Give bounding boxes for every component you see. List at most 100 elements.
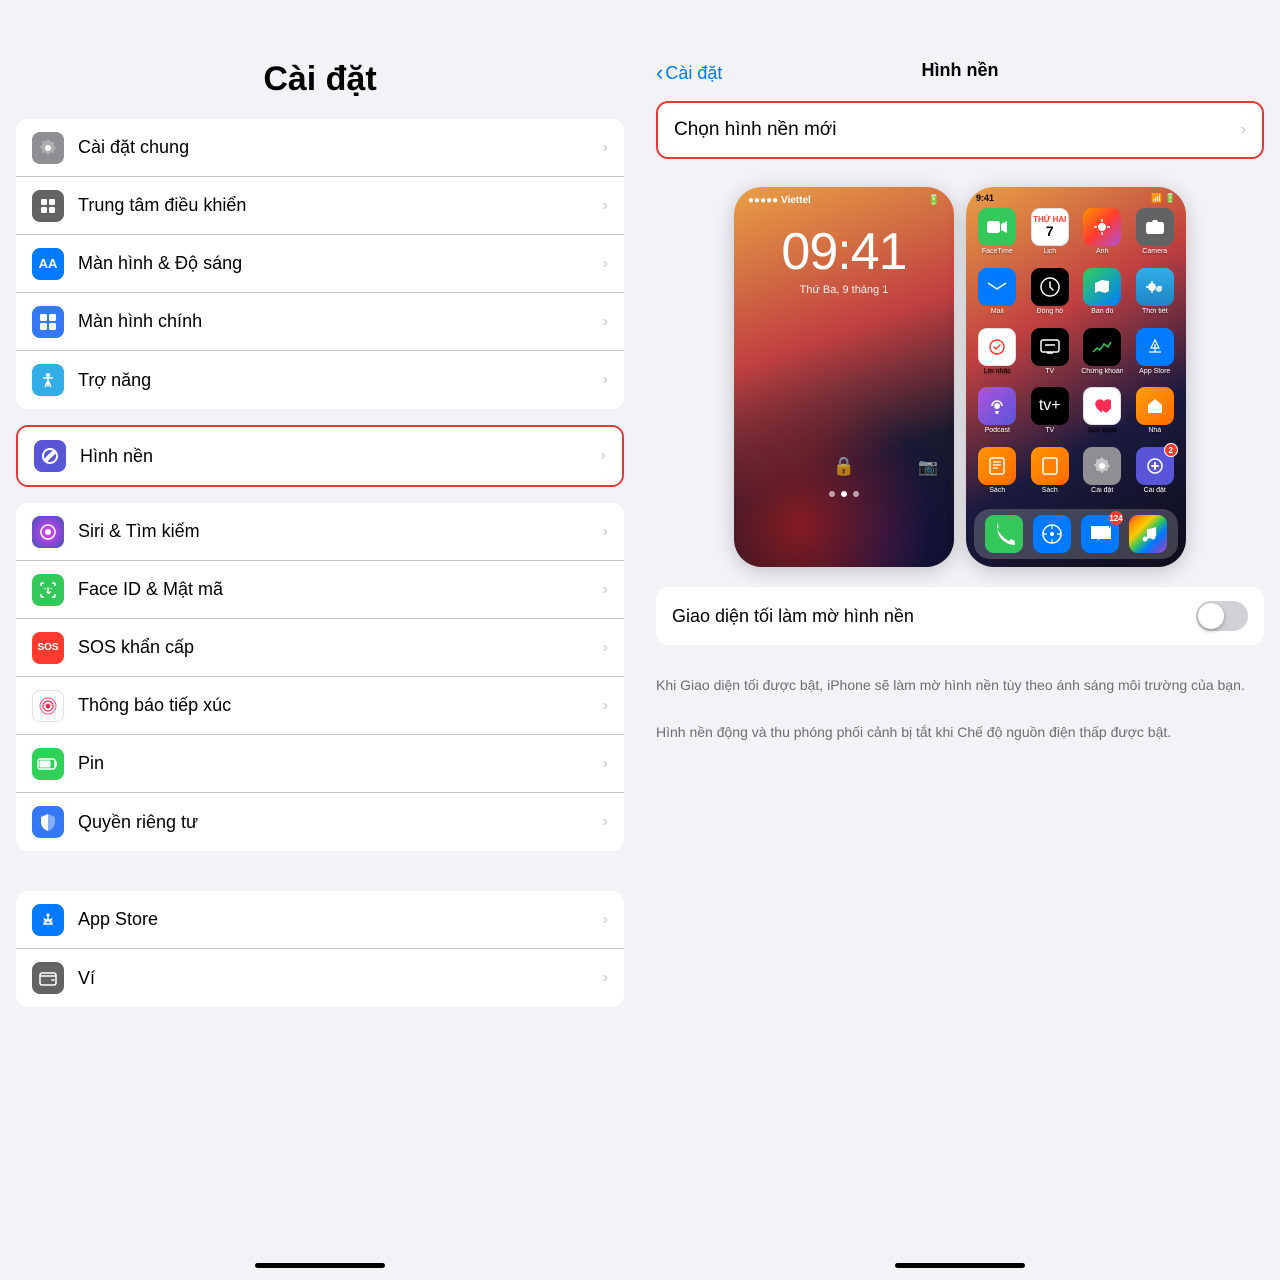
face-id-icon (32, 574, 64, 606)
health-label: Sức khỏe (1087, 427, 1117, 434)
control-center-icon (32, 190, 64, 222)
app-store-icon (32, 904, 64, 936)
settings-item-sos[interactable]: SOS SOS khẩn cấp › (16, 619, 624, 677)
app-podcasts: Podcast (974, 387, 1021, 441)
podcasts-label: Podcast (985, 427, 1010, 434)
settings-item-trung-tam[interactable]: Trung tâm điều khiển › (16, 177, 624, 235)
home-time: 9:41 (976, 193, 994, 204)
reminders-label: Lời nhắc (984, 368, 1011, 375)
settings-item-man-hinh-do-sang[interactable]: AA Màn hình & Độ sáng › (16, 235, 624, 293)
trung-tam-label: Trung tâm điều khiển (78, 195, 595, 216)
weather-label: Thời tiết (1142, 308, 1168, 315)
sos-label: SOS khẩn cấp (78, 637, 595, 658)
back-chevron-icon: ‹ (656, 60, 663, 86)
settings-item-man-hinh-chinh[interactable]: Màn hình chính › (16, 293, 624, 351)
home-label: Nhà (1148, 427, 1161, 434)
app-reminders: Lời nhắc (974, 328, 1021, 382)
app-home: Nhà (1132, 387, 1179, 441)
back-button[interactable]: ‹ Cài đặt (656, 60, 722, 86)
choose-wallpaper-row[interactable]: Chọn hình nền mới › (656, 101, 1264, 159)
vi-label: Ví (78, 968, 595, 989)
photos-label: Ảnh (1096, 248, 1108, 255)
apple-tv-label: TV (1045, 427, 1054, 434)
chevron-icon: › (603, 255, 608, 273)
phone-dock-icon (985, 515, 1023, 553)
home-indicator (255, 1263, 385, 1268)
podcasts-icon (978, 387, 1016, 425)
lock-screen-preview[interactable]: ●●●●● Viettel 🔋 09:41 Thứ Ba, 9 tháng 1 … (734, 187, 954, 567)
lock-icon: 🔒 (833, 456, 855, 477)
face-id-label: Face ID & Mật mã (78, 579, 595, 600)
thong-bao-label: Thông báo tiếp xúc (78, 695, 595, 716)
left-header: Cài đặt (0, 0, 640, 111)
accessibility-icon (32, 364, 64, 396)
app-facetime: FaceTime (974, 208, 1021, 262)
settings-item-face-id[interactable]: Face ID & Mật mã › (16, 561, 624, 619)
settings-icon (1083, 447, 1121, 485)
lock-carrier: ●●●●● Viettel (748, 195, 811, 206)
desc-text-2: Hình nền động và thu phóng phối cảnh bị … (640, 722, 1280, 743)
app-badge: 2 Cài đặt (1132, 447, 1179, 501)
display-icon: AA (32, 248, 64, 280)
home-screen-preview[interactable]: 9:41 📶 🔋 FaceTime THỨ HAI7 (966, 187, 1186, 567)
dark-mode-toggle[interactable] (1196, 601, 1248, 631)
lock-date: Thứ Ba, 9 tháng 1 (800, 284, 889, 296)
settings-item-thong-bao[interactable]: Thông báo tiếp xúc › (16, 677, 624, 735)
ibooks-icon (1031, 447, 1069, 485)
man-hinh-chinh-label: Màn hình chính (78, 311, 595, 332)
privacy-icon (32, 806, 64, 838)
app-mail: Mail (974, 268, 1021, 322)
app-weather: Thời tiết (1132, 268, 1179, 322)
maps-label: Bản đồ (1091, 308, 1113, 315)
left-title: Cài đặt (20, 60, 620, 99)
settings-item-cai-dat-chung[interactable]: Cài đặt chung › (16, 119, 624, 177)
safari-dock-icon (1033, 515, 1071, 553)
app-books: Sách (974, 447, 1021, 501)
chevron-icon: › (603, 197, 608, 215)
lock-dots (829, 491, 859, 497)
home-battery: 📶 🔋 (1151, 193, 1176, 204)
camera-label: Camera (1142, 248, 1167, 255)
hinh-nen-label: Hình nền (80, 446, 593, 467)
desc-text-1: Khi Giao diện tối được bật, iPhone sẽ là… (640, 665, 1280, 706)
appstore-label: App Store (1139, 368, 1170, 375)
app-clock: Đồng hồ (1027, 268, 1074, 322)
health-icon (1083, 387, 1121, 425)
tro-nang-label: Trợ năng (78, 370, 595, 391)
app-camera: Camera (1132, 208, 1179, 262)
man-hinh-do-sang-label: Màn hình & Độ sáng (78, 253, 595, 274)
calendar-label: Lịch (1043, 248, 1056, 255)
dot-2 (841, 491, 847, 497)
choose-wallpaper-label: Chọn hình nền mới (674, 119, 1233, 141)
settings-item-pin[interactable]: Pin › (16, 735, 624, 793)
home-status-bar: 9:41 📶 🔋 (966, 187, 1186, 204)
settings-item-hinh-nen[interactable]: Hình nền › (18, 427, 622, 485)
settings-item-app-store[interactable]: App Store › (16, 891, 624, 949)
right-header: ‹ Cài đặt Hình nền (640, 0, 1280, 93)
facetime-label: FaceTime (982, 248, 1013, 255)
stocks-label: Chứng khoán (1081, 368, 1123, 375)
settings-item-tro-nang[interactable]: Trợ năng › (16, 351, 624, 409)
weather-icon (1136, 268, 1174, 306)
clock-icon (1031, 268, 1069, 306)
sos-icon: SOS (32, 632, 64, 664)
chevron-icon: › (603, 139, 608, 157)
books-icon (978, 447, 1016, 485)
reminders-icon (978, 328, 1016, 366)
settings-item-quyen-rieng-tu[interactable]: Quyền riêng tư › (16, 793, 624, 851)
mail-icon (978, 268, 1016, 306)
mail-label: Mail (991, 308, 1004, 315)
wallpaper-preview: ●●●●● Viettel 🔋 09:41 Thứ Ba, 9 tháng 1 … (656, 187, 1264, 567)
toggle-label: Giao diện tối làm mờ hình nền (672, 606, 1196, 627)
chevron-icon: › (603, 523, 608, 541)
home-icons-grid: FaceTime THỨ HAI7 Lịch Ảnh (966, 204, 1186, 505)
settings-item-vi[interactable]: Ví › (16, 949, 624, 1007)
right-title: Hình nền (922, 60, 999, 81)
app-ibooks: Sách (1027, 447, 1074, 501)
facetime-icon (978, 208, 1016, 246)
settings-app-label: Cài đặt (1091, 487, 1113, 494)
home-screen-icon (32, 306, 64, 338)
choose-wallpaper-chevron: › (1241, 121, 1246, 139)
settings-item-siri[interactable]: Siri & Tìm kiếm › (16, 503, 624, 561)
messages-dock-icon: 124 (1081, 515, 1119, 553)
